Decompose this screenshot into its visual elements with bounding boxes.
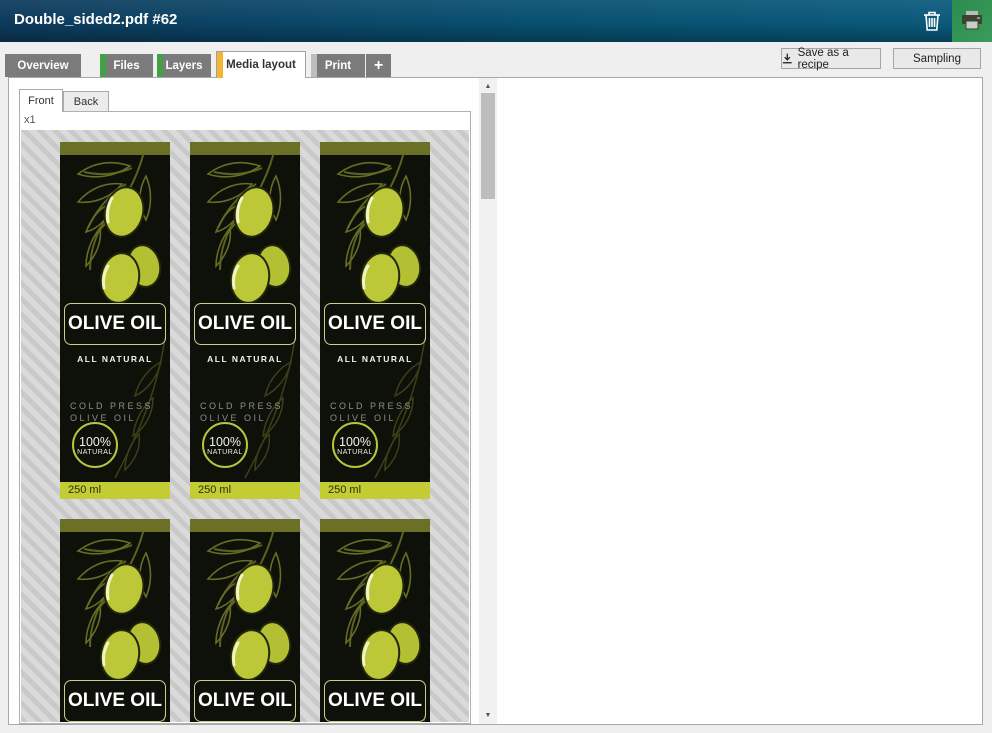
label-type-text: COLD PRESS OLIVE OIL bbox=[70, 400, 153, 424]
olive-oil-label-preview: OLIVE OIL ALL NATURAL COLD PRESS OLIVE O… bbox=[60, 519, 170, 722]
label-tagline: ALL NATURAL bbox=[320, 354, 430, 364]
olive-branch-illustration bbox=[320, 531, 430, 681]
titlebar: Double_sided2.pdf #62 bbox=[0, 0, 992, 42]
tab-media-layout[interactable]: Media layout bbox=[216, 51, 306, 78]
label-volume-band: 250 ml bbox=[190, 482, 300, 499]
arrow-down-icon[interactable]: ▼ bbox=[479, 708, 497, 723]
plus-icon: + bbox=[374, 57, 383, 75]
arrow-up-icon[interactable]: ▲ bbox=[479, 79, 497, 94]
tab-front[interactable]: Front bbox=[19, 89, 63, 112]
olive-branch-illustration bbox=[320, 154, 430, 304]
copies-count-label: x1 bbox=[20, 112, 470, 129]
olive-oil-label-preview: OLIVE OIL ALL NATURAL COLD PRESS OLIVE O… bbox=[320, 519, 430, 722]
label-title: OLIVE OIL bbox=[68, 690, 162, 712]
olive-branch-illustration bbox=[60, 154, 170, 304]
printer-icon[interactable] bbox=[952, 0, 992, 42]
add-tab-button[interactable]: + bbox=[366, 54, 391, 77]
label-title-frame: OLIVE OIL bbox=[194, 303, 296, 345]
label-title: OLIVE OIL bbox=[68, 313, 162, 335]
label-title-frame: OLIVE OIL bbox=[194, 680, 296, 722]
sampling-button[interactable]: Sampling bbox=[893, 48, 981, 69]
label-title: OLIVE OIL bbox=[198, 313, 292, 335]
label-grid: OLIVE OIL ALL NATURAL COLD PRESS OLIVE O… bbox=[60, 142, 430, 722]
olive-branch-illustration bbox=[60, 531, 170, 681]
label-title-frame: OLIVE OIL bbox=[64, 303, 166, 345]
window-title: Double_sided2.pdf #62 bbox=[14, 11, 177, 28]
tab-back[interactable]: Back bbox=[63, 91, 109, 112]
label-volume-band: 250 ml bbox=[60, 482, 170, 499]
label-title: OLIVE OIL bbox=[198, 690, 292, 712]
olive-oil-label-preview: OLIVE OIL ALL NATURAL COLD PRESS OLIVE O… bbox=[60, 142, 170, 499]
label-row: OLIVE OIL ALL NATURAL COLD PRESS OLIVE O… bbox=[60, 142, 430, 499]
media-background-pattern: OLIVE OIL ALL NATURAL COLD PRESS OLIVE O… bbox=[21, 130, 469, 722]
label-percent-badge: 100% NATURAL bbox=[332, 422, 378, 468]
label-title-frame: OLIVE OIL bbox=[64, 680, 166, 722]
label-volume-band: 250 ml bbox=[320, 482, 430, 499]
olive-branch-illustration bbox=[190, 531, 300, 681]
tab-layers[interactable]: Layers bbox=[157, 54, 211, 77]
media-preview-box: x1 bbox=[19, 111, 471, 724]
label-tagline: ALL NATURAL bbox=[60, 354, 170, 364]
save-as-recipe-button[interactable]: Save as a recipe bbox=[781, 48, 881, 69]
label-percent-badge: 100% NATURAL bbox=[72, 422, 118, 468]
label-type-text: COLD PRESS OLIVE OIL bbox=[330, 400, 413, 424]
label-tagline: ALL NATURAL bbox=[190, 354, 300, 364]
label-title-frame: OLIVE OIL bbox=[324, 303, 426, 345]
label-type-text: COLD PRESS OLIVE OIL bbox=[200, 400, 283, 424]
label-row: OLIVE OIL ALL NATURAL COLD PRESS OLIVE O… bbox=[60, 519, 430, 722]
tab-print[interactable]: Print bbox=[311, 54, 365, 77]
label-title-frame: OLIVE OIL bbox=[324, 680, 426, 722]
scrollbar-thumb[interactable] bbox=[481, 93, 495, 199]
tab-files[interactable]: Files bbox=[100, 54, 153, 77]
trash-icon[interactable] bbox=[922, 10, 942, 32]
tab-overview[interactable]: Overview bbox=[5, 54, 81, 77]
label-percent-badge: 100% NATURAL bbox=[202, 422, 248, 468]
olive-oil-label-preview: OLIVE OIL ALL NATURAL COLD PRESS OLIVE O… bbox=[190, 142, 300, 499]
main-panel: Front Back x1 bbox=[8, 77, 983, 725]
olive-oil-label-preview: OLIVE OIL ALL NATURAL COLD PRESS OLIVE O… bbox=[190, 519, 300, 722]
download-icon bbox=[782, 53, 793, 64]
vertical-scrollbar[interactable]: ▲ ▼ bbox=[479, 78, 497, 724]
label-title: OLIVE OIL bbox=[328, 313, 422, 335]
label-title: OLIVE OIL bbox=[328, 690, 422, 712]
olive-branch-illustration bbox=[190, 154, 300, 304]
olive-oil-label-preview: OLIVE OIL ALL NATURAL COLD PRESS OLIVE O… bbox=[320, 142, 430, 499]
